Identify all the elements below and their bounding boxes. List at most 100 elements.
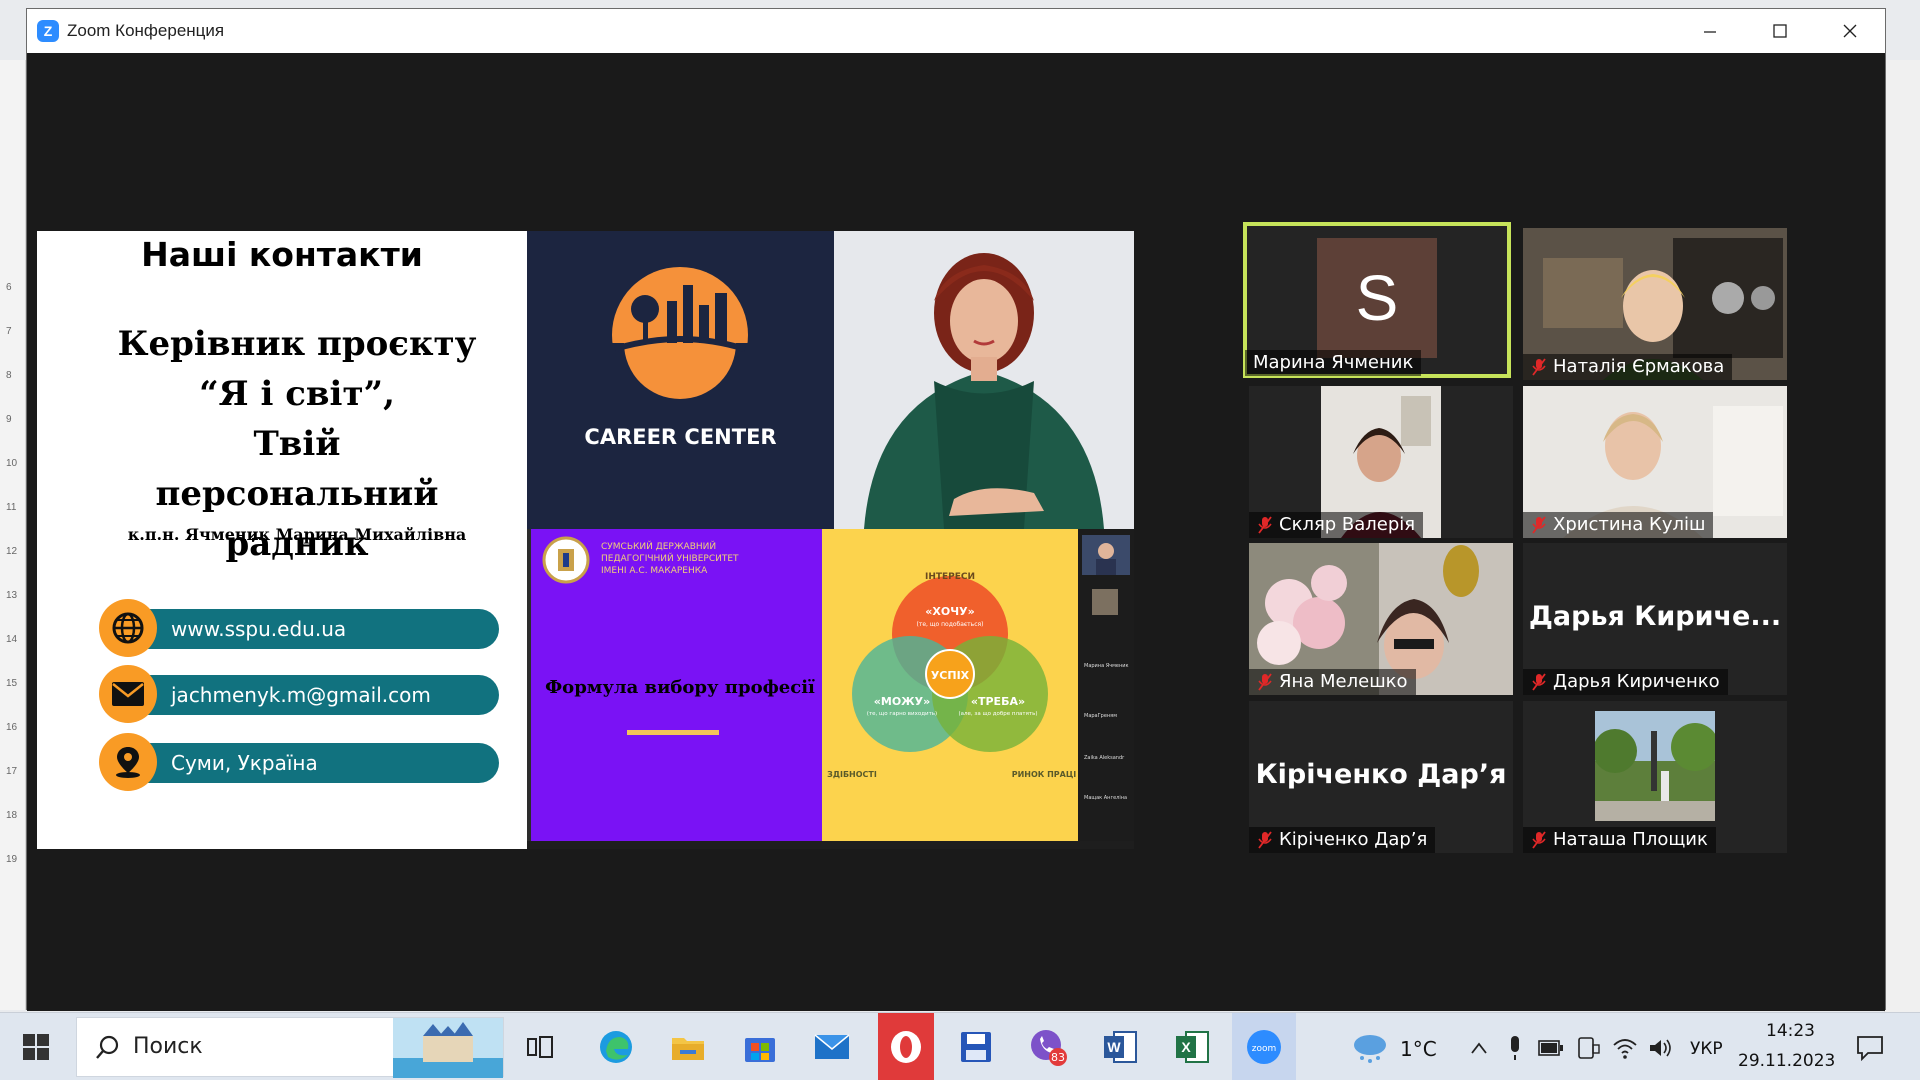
taskbar-mail[interactable] [808,1023,856,1071]
participant-name: Наташа Площик [1523,827,1716,853]
participant-name-text: Кіріченко Дар’я [1279,829,1428,850]
word-scrollbar[interactable] [1884,60,1920,1012]
formula-slide: СУМСЬКИЙ ДЕРЖАВНИЙ ПЕДАГОГІЧНИЙ УНІВЕРСИ… [527,529,822,849]
shared-screen[interactable]: Наші контакти Керівник проєкту “Я і світ… [37,231,1134,849]
clock-date[interactable]: 29.11.2023 [1738,1051,1835,1071]
participant-display-name: Кіріченко Дар’я [1255,759,1507,790]
ruler-number: 16 [6,722,18,733]
participant-tile[interactable]: S Марина Ячменик [1243,222,1511,378]
participant-name-text: Скляр Валерія [1279,514,1416,535]
taskbar-word[interactable]: W [1096,1023,1144,1071]
ruler-number: 7 [6,326,12,337]
slide-heading: Наші контакти [141,235,423,274]
taskbar-viber[interactable]: 83 [1024,1023,1072,1071]
thumb-label: МарaГреням [1084,713,1117,719]
microphone-muted-icon [1258,516,1272,534]
slide-line: Керівник проєкту [117,324,477,364]
participant-name-text: Наталія Єрмакова [1553,356,1725,377]
participant-name: Христина Куліш [1523,512,1714,538]
participant-name-text: Христина Куліш [1553,514,1706,535]
venn-want-label: «ХОЧУ» [925,605,974,618]
close-icon [1843,24,1857,38]
zoom-window: Z Zoom Конференция Наші контакти Керівни… [26,8,1886,1011]
search-icon [96,1035,119,1059]
microphone-icon[interactable] [1508,1035,1522,1061]
slide-line: персональний радник [155,474,439,564]
taskbar-save[interactable] [952,1023,1000,1071]
participant-tile[interactable]: Христина Куліш [1523,386,1787,538]
taskbar-store[interactable] [736,1023,784,1071]
venn-need-sub: (але, за що добре платять) [958,711,1037,717]
edge-browser-icon [600,1031,632,1063]
chevron-up-icon[interactable] [1470,1041,1488,1055]
maximize-button[interactable] [1745,9,1815,53]
windows-logo-icon [23,1034,49,1060]
mail-app-icon [814,1034,850,1059]
ruler-number: 12 [6,546,18,557]
participant-tile[interactable]: Дарья Кириче... Дарья Кириченко [1523,543,1787,695]
venn-bottom-right: РИНОК ПРАЦІ [1012,770,1077,779]
window-title: Zoom Конференция [67,21,225,40]
participant-name: Кіріченко Дар’я [1249,827,1436,853]
viber-badge: 83 [1051,1051,1065,1064]
participant-tile[interactable]: Кіріченко Дар’я Кіріченко Дар’я [1249,701,1513,853]
volume-icon[interactable] [1648,1037,1674,1059]
participant-name-text: Дарья Кириченко [1553,671,1720,692]
weather-snow-cloud-icon [1354,1035,1386,1063]
taskbar-zoom[interactable]: zoom [1232,1013,1296,1080]
floppy-disk-icon [961,1032,991,1062]
participant-tile[interactable]: Наташа Площик [1523,701,1787,853]
taskbar-excel[interactable]: X [1168,1023,1216,1071]
ruler-number: 10 [6,458,18,469]
taskbar-file-explorer[interactable] [664,1023,712,1071]
wifi-icon[interactable] [1612,1037,1638,1059]
task-view-icon [527,1036,553,1058]
taskbar-edge[interactable] [592,1023,640,1071]
microphone-muted-icon [1258,831,1272,849]
ruler-number: 13 [6,590,18,601]
slide-thumbnail-strip: Марина Ячменик МарaГреням Zaika Aleksand… [1078,529,1134,849]
participant-tile[interactable]: Скляр Валерія [1249,386,1513,538]
svg-text:W: W [1107,1039,1121,1055]
participant-tile[interactable]: Наталія Єрмакова [1523,228,1787,380]
taskbar-opera[interactable] [878,1013,934,1080]
ruler-number: 9 [6,414,12,425]
taskbar-search-box[interactable]: Поиск [76,1017,504,1078]
thumb-label: Марина Ячменик [1084,663,1129,669]
microphone-muted-icon [1532,831,1546,849]
participant-display-name: Дарья Кириче... [1528,601,1782,632]
contact-location: Суми, Україна [99,733,499,791]
venn-diagram: ІНТЕРЕСИ «ХОЧУ» (те, що подобається) «МО… [822,529,1078,841]
word-app-icon: W [1104,1031,1137,1063]
clock-time[interactable]: 14:23 [1766,1021,1815,1041]
career-center-panel: CAREER CENTER [527,231,834,529]
zoom-app-icon: zoom [1247,1030,1281,1064]
notifications-icon[interactable] [1856,1035,1884,1061]
excel-app-icon: X [1176,1031,1209,1063]
globe-icon [99,599,157,657]
search-highlight-castle-icon [393,1018,503,1078]
contact-website: www.sspu.edu.ua [99,599,499,657]
university-line: ПЕДАГОГІЧНИЙ УНІВЕРСИТЕТ [601,554,739,564]
window-controls [1675,9,1885,53]
device-icon[interactable] [1576,1037,1600,1059]
keyboard-language[interactable]: УКР [1690,1039,1723,1059]
start-button[interactable] [12,1023,60,1071]
task-view-button[interactable] [516,1023,564,1071]
ruler-number: 8 [6,370,12,381]
participant-name-text: Яна Мелешко [1279,671,1408,692]
ruler-number: 19 [6,854,18,865]
minimize-button[interactable] [1675,9,1745,53]
participant-name: Дарья Кириченко [1523,669,1728,695]
svg-text:X: X [1181,1039,1191,1055]
participant-name: Яна Мелешко [1249,669,1416,695]
location-pin-icon [99,733,157,791]
battery-icon[interactable] [1538,1039,1564,1057]
microphone-muted-icon [1532,673,1546,691]
participant-name: Скляр Валерія [1249,512,1424,538]
close-button[interactable] [1815,9,1885,53]
microsoft-store-icon [745,1038,775,1062]
participant-tile[interactable]: Яна Мелешко [1249,543,1513,695]
zoom-logo-icon: Z [37,20,59,42]
windows-taskbar: Поиск 83 W X zoom 1°C УКР 14:23 29.11.20… [0,1012,1920,1080]
